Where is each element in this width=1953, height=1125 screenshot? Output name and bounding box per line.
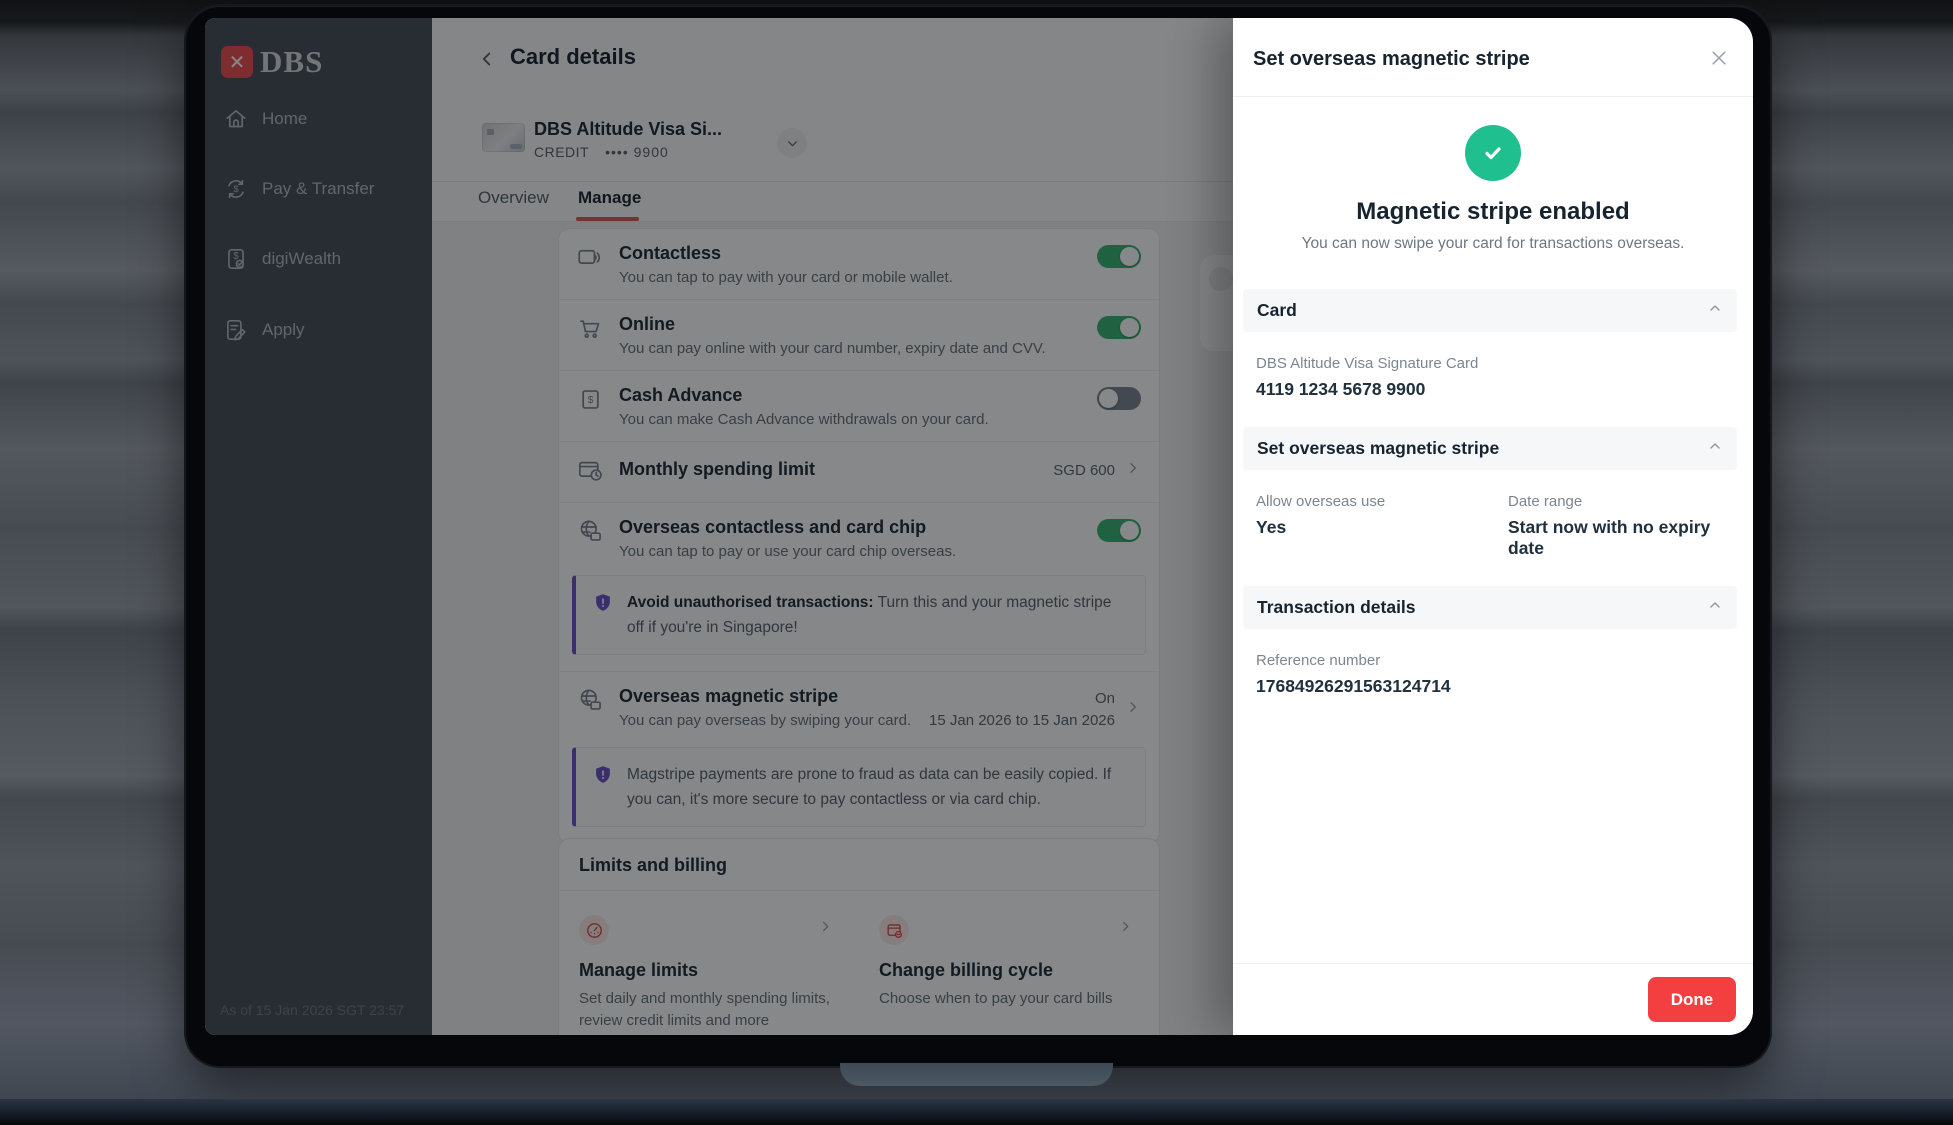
close-button[interactable] — [1705, 44, 1733, 72]
modal-footer: Done — [1233, 963, 1753, 1035]
modal-title: Set overseas magnetic stripe — [1253, 48, 1530, 71]
chevron-up-icon — [1707, 300, 1723, 321]
chevron-up-icon — [1707, 438, 1723, 459]
laptop-screen: ✕ DBS Home $ Pay & Transfer $ digiWealth — [205, 18, 1753, 1035]
chevron-up-icon — [1707, 597, 1723, 618]
close-icon — [1709, 48, 1729, 68]
modal-backdrop[interactable] — [205, 18, 1233, 1035]
laptop-bezel: ✕ DBS Home $ Pay & Transfer $ digiWealth — [186, 6, 1770, 1066]
laptop-base-edge — [0, 1099, 1953, 1125]
laptop-base-notch — [840, 1063, 1113, 1086]
set-overseas-magstripe-modal: Set overseas magnetic stripe Magnetic st… — [1233, 18, 1753, 1035]
card-label: DBS Altitude Visa Signature Card — [1256, 355, 1724, 372]
section-body-magstripe: Allow overseas use Yes Date range Start … — [1243, 470, 1737, 586]
status-title: Magnetic stripe enabled — [1233, 198, 1753, 226]
section-body-transaction: Reference number 17684926291563124714 — [1243, 629, 1737, 724]
modal-header: Set overseas magnetic stripe — [1233, 18, 1753, 97]
allow-overseas-value: Yes — [1256, 517, 1508, 538]
date-range-value: Start now with no expiry date — [1508, 517, 1724, 559]
allow-overseas-label: Allow overseas use — [1256, 493, 1508, 510]
section-header-transaction[interactable]: Transaction details — [1243, 586, 1737, 629]
section-body-card: DBS Altitude Visa Signature Card 4119 12… — [1243, 332, 1737, 427]
section-header-magstripe[interactable]: Set overseas magnetic stripe — [1243, 427, 1737, 470]
card-number-value: 4119 1234 5678 9900 — [1256, 379, 1724, 400]
reference-number-label: Reference number — [1256, 652, 1724, 669]
section-header-card[interactable]: Card — [1243, 289, 1737, 332]
desktop: ✕ DBS Home $ Pay & Transfer $ digiWealth — [0, 0, 1953, 1125]
date-range-label: Date range — [1508, 493, 1724, 510]
reference-number-value: 17684926291563124714 — [1256, 676, 1724, 697]
success-block: Magnetic stripe enabled You can now swip… — [1233, 97, 1753, 253]
status-subtitle: You can now swipe your card for transact… — [1233, 235, 1753, 253]
success-check-icon — [1465, 125, 1521, 181]
done-button[interactable]: Done — [1648, 977, 1736, 1022]
